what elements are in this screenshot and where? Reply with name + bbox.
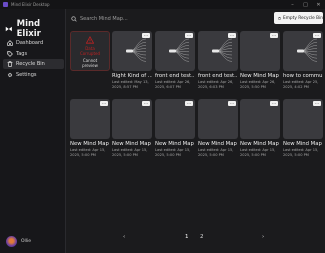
trash-icon bbox=[278, 16, 281, 20]
error-text: preview bbox=[82, 63, 98, 68]
more-options-button[interactable]: ··· bbox=[228, 101, 236, 106]
mind-map-card[interactable]: Data Corrupted Cannot preview bbox=[70, 31, 110, 74]
gear-icon bbox=[6, 71, 13, 78]
mind-map-card[interactable]: ··· New Mind Map Last edited: Apr 15, 2025… bbox=[155, 99, 195, 157]
card-title: how to commun... bbox=[283, 73, 323, 79]
brand-name: Mind Elixir bbox=[16, 19, 41, 39]
card-last-edited: Last edited: Apr 15, 2025, 5:00 PM bbox=[112, 148, 148, 157]
home-icon bbox=[6, 40, 13, 47]
sidebar-item-label: Recycle Bin bbox=[16, 61, 45, 67]
card-title: New Mind Map bbox=[70, 141, 109, 147]
more-options-button[interactable]: ··· bbox=[313, 101, 321, 106]
brand[interactable]: Mind Elixir bbox=[5, 19, 65, 39]
mind-map-card[interactable]: ··· New Mind Map Last edited: Apr 15, 2025… bbox=[70, 99, 110, 157]
mind-map-thumbnail[interactable]: ··· bbox=[198, 99, 238, 139]
card-title: front end test... bbox=[155, 73, 195, 79]
more-options-button[interactable]: ··· bbox=[270, 33, 278, 38]
sidebar-item-label: Dashboard bbox=[16, 40, 44, 46]
more-options-button[interactable]: ··· bbox=[100, 101, 108, 106]
card-title: front end test... bbox=[198, 73, 238, 79]
card-last-edited: Last edited: Apr 26, 2025, 6:07 PM bbox=[155, 80, 191, 89]
mind-map-thumbnail[interactable]: ··· bbox=[240, 99, 280, 139]
more-options-button[interactable]: ··· bbox=[142, 101, 150, 106]
card-title: Right Kind of ... bbox=[112, 73, 152, 79]
card-last-edited: Last edited: Apr 15, 2025, 5:00 PM bbox=[198, 148, 234, 157]
mind-map-card[interactable]: ··· front end test... Last edited: Apr 26,… bbox=[198, 31, 238, 89]
search-icon bbox=[71, 15, 77, 22]
sidebar-item-settings[interactable]: Settings bbox=[3, 70, 64, 80]
mind-map-thumbnail[interactable]: ··· bbox=[155, 31, 195, 71]
more-options-button[interactable]: ··· bbox=[270, 101, 278, 106]
more-options-button[interactable]: ··· bbox=[142, 33, 150, 38]
close-button[interactable]: ✕ bbox=[312, 0, 325, 9]
mind-map-card[interactable]: ··· New Mind Map Last edited: Apr 15, 2025… bbox=[240, 99, 280, 157]
card-last-edited: Last edited: Apr 26, 2025, 5:50 PM bbox=[240, 80, 276, 89]
card-last-edited: Last edited: Apr 15, 2025, 5:00 PM bbox=[70, 148, 106, 157]
card-last-edited: Last edited: Apr 26, 2025, 6:03 PM bbox=[198, 80, 234, 89]
card-title: New Mind Map bbox=[283, 141, 322, 147]
card-last-edited: Last edited: Apr 25, 2025, 4:02 PM bbox=[283, 80, 319, 89]
card-title: New Mind Map bbox=[112, 141, 151, 147]
mind-map-card[interactable]: ··· New Mind Map Last edited: Apr 15, 2025… bbox=[198, 99, 238, 157]
tag-icon bbox=[6, 50, 13, 57]
card-last-edited: Last edited: Apr 15, 2025, 5:00 PM bbox=[155, 148, 191, 157]
minimize-button[interactable]: – bbox=[286, 0, 299, 9]
sidebar-item-label: Settings bbox=[16, 71, 37, 78]
sidebar-item-dashboard[interactable]: Dashboard bbox=[3, 38, 64, 48]
app-icon bbox=[3, 2, 8, 7]
next-page-button[interactable]: › bbox=[262, 234, 264, 240]
empty-recycle-bin-button[interactable]: Empty Recycle Bin bbox=[274, 12, 323, 24]
more-options-button[interactable]: ··· bbox=[185, 101, 193, 106]
empty-recycle-bin-label: Empty Recycle Bin bbox=[283, 15, 323, 21]
avatar bbox=[6, 236, 17, 247]
mind-map-card[interactable]: ··· New Mind Map Last edited: Apr 15, 2025… bbox=[283, 99, 323, 157]
user-name: Ollie bbox=[21, 239, 32, 244]
mind-map-thumbnail[interactable]: ··· bbox=[155, 99, 195, 139]
card-title: New Mind Map bbox=[155, 141, 194, 147]
more-options-button[interactable]: ··· bbox=[228, 33, 236, 38]
warning-icon bbox=[86, 36, 94, 44]
mind-map-card[interactable]: ··· New Mind Map Last edited: Apr 15, 2025… bbox=[112, 99, 152, 157]
sidebar-nav: Dashboard Tags Recycle Bin Settings bbox=[3, 38, 64, 80]
mind-map-card[interactable]: ··· front end test... Last edited: Apr 26,… bbox=[155, 31, 195, 89]
more-options-button[interactable]: ··· bbox=[185, 33, 193, 38]
mind-map-thumbnail[interactable]: ··· bbox=[283, 31, 323, 71]
user-profile[interactable]: Ollie bbox=[6, 236, 31, 247]
card-last-edited: Last edited: Apr 15, 2025, 5:00 PM bbox=[240, 148, 276, 157]
mind-elixir-logo-icon bbox=[5, 26, 12, 32]
sidebar-item-recycle-bin[interactable]: Recycle Bin bbox=[3, 59, 64, 69]
sidebar-item-tags[interactable]: Tags bbox=[3, 49, 64, 59]
mind-map-thumbnail[interactable]: Data Corrupted Cannot preview bbox=[70, 31, 110, 71]
title-bar: Mind Elixir Desktop – □ ✕ bbox=[0, 0, 325, 9]
card-title: New Mind Map bbox=[240, 73, 279, 79]
page-2-button[interactable]: 2 bbox=[200, 234, 204, 240]
sidebar-item-label: Tags bbox=[16, 50, 28, 57]
search-bar bbox=[71, 13, 246, 24]
mind-map-thumbnail[interactable]: ··· bbox=[70, 99, 110, 139]
search-input[interactable] bbox=[80, 15, 240, 22]
card-title: New Mind Map bbox=[240, 141, 279, 147]
sidebar: Mind Elixir Dashboard Tags Recycle Bin S… bbox=[0, 9, 66, 253]
main-content: Empty Recycle Bin DataCorruptedCannotpre… bbox=[67, 9, 325, 253]
mind-map-thumbnail[interactable]: ··· bbox=[112, 99, 152, 139]
card-last-edited: Last edited: May 13, 2025, 8:57 PM bbox=[112, 80, 149, 89]
more-options-button[interactable]: ··· bbox=[313, 33, 321, 38]
maximize-button[interactable]: □ bbox=[299, 0, 312, 9]
mind-map-card[interactable]: ··· how to commun...Last edited: Apr 25, … bbox=[283, 31, 323, 89]
mind-map-card[interactable]: ··· New Mind Map Last edited: Apr 26, 2025… bbox=[240, 31, 280, 89]
window-title: Mind Elixir Desktop bbox=[11, 2, 50, 7]
trash-icon bbox=[6, 61, 13, 68]
mind-map-thumbnail[interactable]: ··· bbox=[198, 31, 238, 71]
mind-map-thumbnail[interactable]: ··· bbox=[240, 31, 280, 71]
prev-page-button[interactable]: ‹ bbox=[123, 234, 125, 240]
card-title: New Mind Map bbox=[198, 141, 237, 147]
mind-map-card[interactable]: ··· Right Kind of ... Last edited: May 13,… bbox=[112, 31, 152, 89]
mind-map-thumbnail[interactable]: ··· bbox=[283, 99, 323, 139]
pagination: ‹ 1 2 › bbox=[67, 234, 325, 244]
error-text: Corrupted bbox=[79, 51, 101, 56]
page-1-button[interactable]: 1 bbox=[185, 234, 189, 240]
card-last-edited: Last edited: Apr 15, 2025, 5:00 PM bbox=[283, 148, 319, 157]
mind-map-thumbnail[interactable]: ··· bbox=[112, 31, 152, 71]
